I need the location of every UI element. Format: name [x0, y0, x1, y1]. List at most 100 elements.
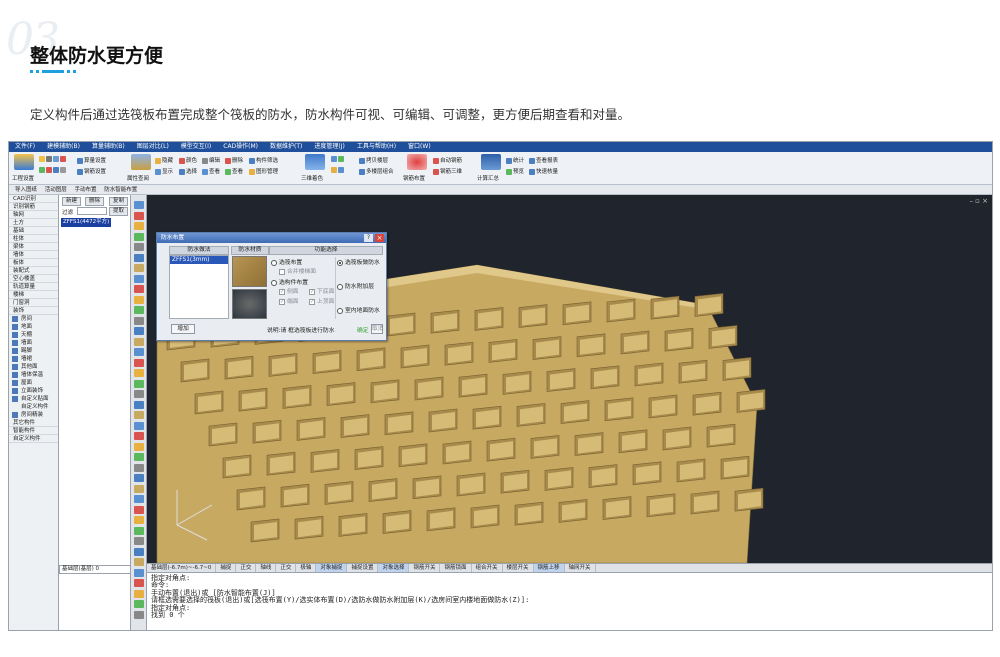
option-top[interactable]: ✓ 上顶面 — [309, 296, 334, 305]
ribbon-calc-settings[interactable]: 算量设置 — [77, 156, 106, 164]
menu-quantity[interactable]: 算量辅助(B) — [92, 143, 125, 150]
menu-modeling[interactable]: 建模辅助(B) — [47, 143, 80, 150]
component-layout-radio[interactable] — [271, 279, 277, 286]
tool-icon[interactable] — [134, 432, 144, 440]
ribbon-show[interactable]: 显示 — [155, 167, 173, 175]
ribbon-auto-rebar[interactable]: 自动钢筋 — [433, 156, 462, 164]
status-item-axis-toggle[interactable]: 轴网开关 — [565, 564, 596, 572]
status-item-rebar-up[interactable]: 钢筋上移 — [533, 564, 565, 572]
tree-item-cad[interactable]: CAD识别 — [9, 195, 58, 203]
status-item-snap[interactable]: 捕捉 — [216, 564, 237, 572]
tool-icon[interactable] — [134, 390, 144, 398]
cancel-button[interactable]: 取消 — [371, 324, 384, 334]
option-component-layout[interactable]: 选构件布置 — [271, 277, 308, 286]
option-side[interactable]: ✓ 侧面 — [279, 286, 299, 295]
3d-shading-icon[interactable] — [305, 154, 325, 170]
merge-stairs-checkbox[interactable] — [279, 268, 285, 275]
top-checkbox[interactable]: ✓ — [309, 298, 315, 305]
close-icon[interactable]: × — [375, 234, 384, 242]
tool-icon[interactable] — [134, 474, 144, 482]
menu-data[interactable]: 数据维护(T) — [270, 143, 302, 150]
new-button[interactable]: 新建 — [62, 197, 82, 206]
status-item-floor-toggle[interactable]: 楼层开关 — [503, 564, 534, 572]
rebar-layout-icon[interactable] — [407, 154, 427, 170]
tool-icon[interactable] — [134, 232, 144, 241]
tree-item-decoration[interactable]: 装饰 — [9, 307, 58, 315]
tree-subitem-fitout[interactable]: 房间精装 — [9, 411, 58, 419]
tool-icon[interactable] — [134, 526, 144, 535]
tree-item-custom-components[interactable]: 自定义构件 — [9, 435, 58, 443]
tree-item-axis[interactable]: 轴网 — [9, 211, 58, 219]
tool-icon[interactable] — [134, 295, 144, 304]
tool-icon[interactable] — [134, 306, 144, 314]
tree-item-hollow[interactable]: 空心楼盖 — [9, 275, 58, 283]
floor-selector[interactable]: 基础层(基层) 0 — [59, 565, 131, 574]
menu-layer-compare[interactable]: 图层对比(L) — [137, 143, 169, 150]
tool-icon[interactable] — [134, 495, 144, 503]
ribbon-filter[interactable]: 构件筛选 — [249, 156, 278, 164]
tool-icon[interactable] — [134, 421, 144, 430]
tool-icon[interactable] — [134, 379, 144, 388]
tree-item-foundation[interactable]: 基础 — [9, 227, 58, 235]
option-raft-layout[interactable]: 选筏布置 — [271, 257, 302, 266]
component-list-item-selected[interactable]: ZFFS1(4472平方) — [61, 218, 112, 227]
smart-waterproof-button[interactable]: 防水智能布置 — [104, 187, 137, 193]
tool-icon[interactable] — [134, 453, 144, 461]
ribbon-edit[interactable]: 编辑 — [202, 156, 220, 164]
tool-icon[interactable] — [134, 568, 144, 577]
tool-icon[interactable] — [134, 222, 144, 230]
tool-icon[interactable] — [134, 348, 144, 356]
menu-cad[interactable]: CAD操作(M) — [223, 143, 258, 150]
ribbon-statistics[interactable]: 统计 — [506, 156, 524, 164]
tool-icon[interactable] — [134, 558, 144, 566]
tree-item-rail[interactable]: 轨道算量 — [9, 283, 58, 291]
end-checkbox[interactable]: ✓ — [279, 298, 285, 305]
ribbon-hide[interactable]: 隐藏 — [155, 156, 173, 164]
help-icon[interactable]: ? — [364, 234, 373, 242]
option-raft-waterproof[interactable]: 选筏板做防水 — [337, 257, 380, 266]
tool-icon[interactable] — [134, 369, 144, 377]
raft-waterproof-radio[interactable] — [337, 259, 343, 266]
ribbon-preview[interactable]: 预览 — [506, 167, 524, 175]
tool-icon[interactable] — [134, 484, 144, 493]
tool-icon[interactable] — [134, 537, 144, 545]
tool-icon[interactable] — [134, 264, 144, 272]
tool-icon[interactable] — [134, 516, 144, 524]
tree-subitem-wallface[interactable]: 墙面 — [9, 339, 58, 347]
option-add-layer[interactable]: 防水附加层 — [337, 281, 374, 290]
add-button[interactable]: 增加 — [171, 324, 195, 334]
status-item-ortho[interactable]: 正交 — [236, 564, 257, 572]
ribbon-delete[interactable]: 删除 — [225, 156, 243, 164]
status-item-ortho2[interactable]: 正交 — [276, 564, 297, 572]
tree-item-smart-components[interactable]: 智能构件 — [9, 427, 58, 435]
sum-icon[interactable] — [481, 154, 501, 170]
status-item-rebar-lock[interactable]: 钢筋锁面 — [440, 564, 472, 572]
tree-item-stairs[interactable]: 楼梯 — [9, 291, 58, 299]
tree-item-wall[interactable]: 墙体 — [9, 251, 58, 259]
tool-icon[interactable] — [134, 211, 144, 220]
option-merge-stairs[interactable]: 合并楼梯面 — [279, 266, 316, 275]
properties-icon[interactable] — [131, 154, 151, 170]
tree-item-slab[interactable]: 板体 — [9, 259, 58, 267]
tool-icon[interactable] — [134, 316, 144, 325]
project-settings-icon[interactable] — [14, 154, 34, 170]
tree-subitem-other[interactable]: 其他面 — [9, 363, 58, 371]
side-checkbox[interactable]: ✓ — [279, 288, 285, 295]
option-bottom[interactable]: ✓ 下底面 — [309, 286, 334, 295]
tool-icon[interactable] — [134, 400, 144, 409]
tool-icon[interactable] — [134, 505, 144, 514]
ribbon-calc-summary[interactable]: 计算汇总 — [477, 174, 499, 182]
tool-icon[interactable] — [134, 579, 144, 587]
tool-icon[interactable] — [134, 285, 144, 293]
raft-layout-radio[interactable] — [271, 259, 277, 266]
status-item-axis[interactable]: 轴线 — [256, 564, 277, 572]
status-item-polar[interactable]: 极轴 — [296, 564, 317, 572]
indoor-floor-radio[interactable] — [337, 307, 343, 314]
menu-model-interact[interactable]: 模型交互(I) — [181, 143, 211, 150]
viewport-window-controls[interactable]: – ▫ × — [969, 197, 988, 205]
tool-icon[interactable] — [134, 610, 144, 619]
menu-progress[interactable]: 进度管理(J) — [314, 143, 344, 150]
tool-icon[interactable] — [134, 337, 144, 346]
ribbon-3d-shading[interactable]: 三维着色 — [301, 174, 323, 182]
tool-icon[interactable] — [134, 600, 144, 608]
